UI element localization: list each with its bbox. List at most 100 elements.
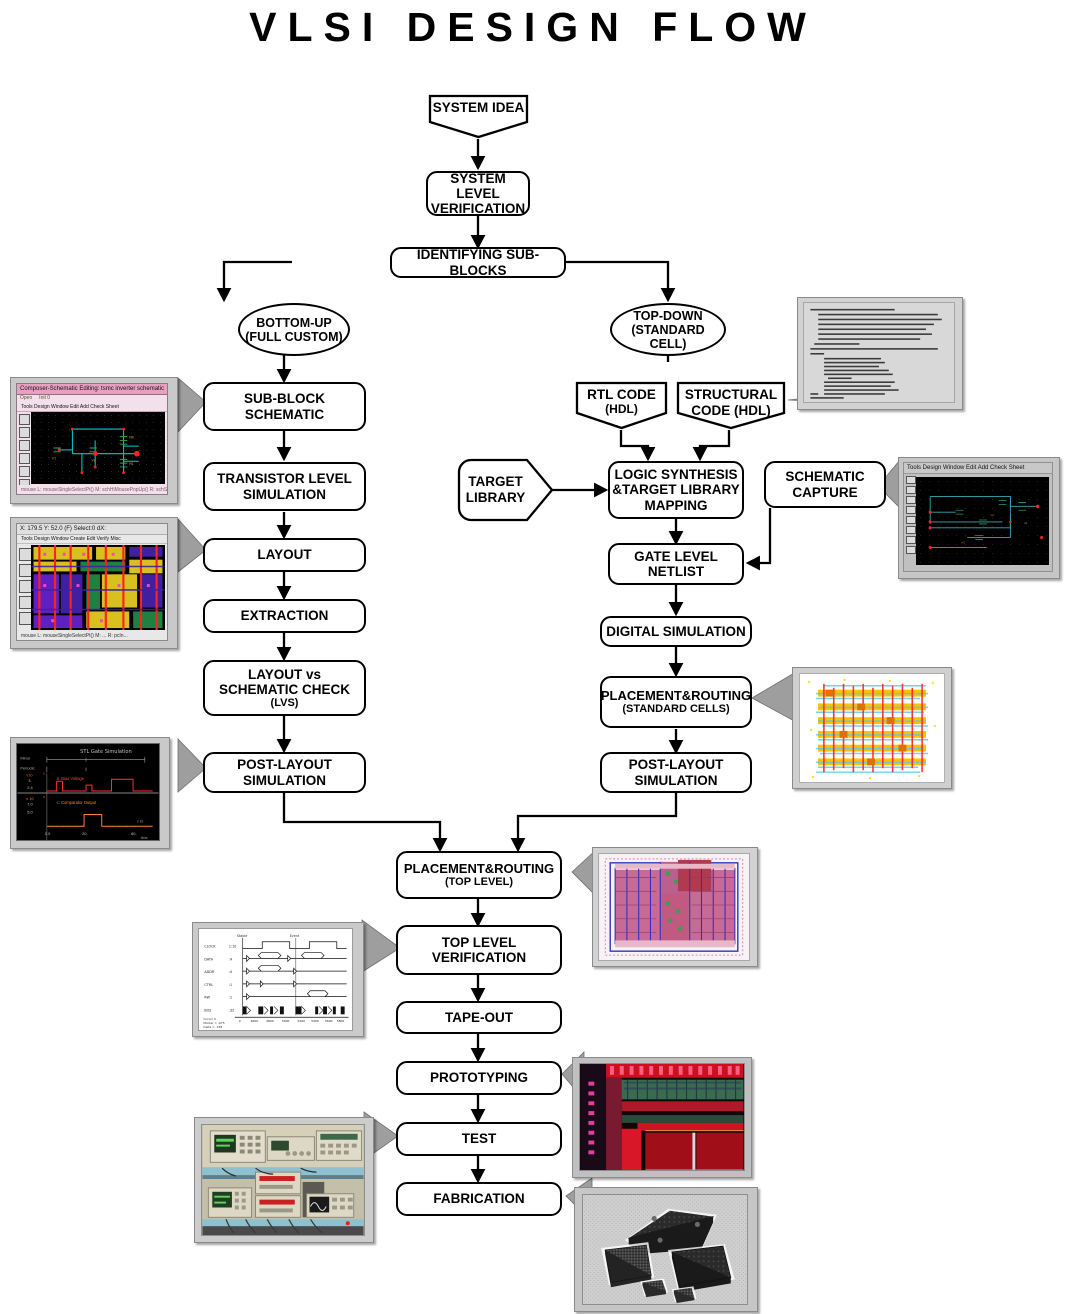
node-logic-synthesis-target-library-mapping[interactable]: LOGIC SYNTHESIS &TARGET LIBRARY MAPPING xyxy=(608,461,744,519)
svg-text:2.4: 2.4 xyxy=(27,785,33,790)
thumb-die-photo[interactable] xyxy=(572,1057,752,1178)
label-line-1: BOTTOM-UP xyxy=(256,315,332,330)
node-prototyping[interactable]: PROTOTYPING xyxy=(396,1061,562,1095)
svg-text:3.: 3. xyxy=(28,778,31,783)
node-system-idea[interactable]: SYSTEM IDEA xyxy=(428,94,529,139)
svg-text:5.0: 5.0 xyxy=(27,810,33,815)
label-line-1: LAYOUT xyxy=(257,547,312,563)
node-identifying-sub-blocks[interactable]: IDENTIFYING SUB-BLOCKS xyxy=(390,247,566,278)
node-gate-level-netlist[interactable]: GATE LEVEL NETLIST xyxy=(608,543,744,585)
node-schematic-capture[interactable]: SCHEMATIC CAPTURE xyxy=(764,461,886,508)
svg-text:0: 0 xyxy=(239,1019,241,1023)
node-post-layout-simulation-left[interactable]: POST-LAYOUT SIMULATION xyxy=(203,752,366,793)
svg-text:a: Bias Voltage: a: Bias Voltage xyxy=(57,776,85,781)
node-placement-routing-standard-cells[interactable]: PLACEMENT&ROUTING (STANDARD CELLS) xyxy=(600,676,752,728)
capture-toolbar[interactable] xyxy=(904,474,916,565)
svg-text:5000: 5000 xyxy=(282,1019,290,1023)
label-line-1: STRUCTURAL xyxy=(684,387,778,402)
node-system-level-verification[interactable]: SYSTEM LEVEL VERIFICATION xyxy=(426,171,530,216)
thumb-schematic-capture[interactable]: Tools Design Window Edit Add Check Sheet xyxy=(898,457,1060,579)
waveform-title: STL Gate Simulation xyxy=(80,749,132,755)
label-line-2: &TARGET LIBRARY xyxy=(612,482,740,498)
svg-text:0: 0 xyxy=(43,771,45,775)
layout-canvas[interactable] xyxy=(31,545,165,630)
capture-canvas[interactable]: n1 n2 n3 xyxy=(916,477,1049,565)
thumb-standard-cell-route[interactable] xyxy=(792,667,952,789)
label-line-1: POST-LAYOUT xyxy=(237,757,332,773)
svg-text:4800: 4800 xyxy=(266,1019,274,1023)
label-line-2: SCHEMATIC CHECK xyxy=(219,681,350,697)
label-line-1: FABRICATION xyxy=(433,1191,525,1207)
node-fabrication[interactable]: FABRICATION xyxy=(396,1182,562,1216)
layout-toolbar[interactable] xyxy=(17,545,32,630)
svg-text:60.: 60. xyxy=(131,831,136,836)
node-layout[interactable]: LAYOUT xyxy=(203,538,366,572)
node-placement-routing-top-level[interactable]: PLACEMENT&ROUTING (TOP LEVEL) xyxy=(396,851,562,899)
label-line-2: VERIFICATION xyxy=(431,950,527,965)
label-line-1: PLACEMENT&ROUTING xyxy=(600,687,752,703)
thumb-hdl-code[interactable] xyxy=(797,297,963,410)
svg-text:Periodic: Periodic xyxy=(20,765,34,770)
node-post-layout-simulation-right[interactable]: POST-LAYOUT SIMULATION xyxy=(600,752,752,793)
node-layout-vs-schematic-check[interactable]: LAYOUT vs SCHEMATIC CHECK (LVS) xyxy=(203,660,366,716)
label-line-1: POST-LAYOUT xyxy=(628,757,724,773)
svg-text:CLOCK: CLOCK xyxy=(204,945,216,949)
svg-text:20.: 20. xyxy=(82,831,87,836)
label-line-1: GATE LEVEL xyxy=(634,548,718,564)
label-line-2: (HDL) xyxy=(605,401,638,416)
test-bench-image xyxy=(201,1124,365,1236)
node-test[interactable]: TEST xyxy=(396,1122,562,1156)
svg-text::32: :32 xyxy=(229,1008,234,1012)
label-line-2: SCHEMATIC xyxy=(244,406,325,422)
thumb-digital-timing[interactable]: Stable Event CLOCK 1:10 DATA:4 ADDR:4 CTRL… xyxy=(192,922,364,1037)
label-line-2: (STANDARD CELLS) xyxy=(622,703,730,716)
thumb-analog-waveform[interactable]: STL Gate Simulation Minor Periodic v10 0… xyxy=(10,737,170,849)
node-top-level-verification[interactable]: TOP LEVEL VERIFICATION xyxy=(396,925,562,975)
label-line-2: (FULL CUSTOM) xyxy=(245,329,343,344)
schematic-titlebar: Composer-Schematic Editing: tsmc inverte… xyxy=(17,384,167,395)
label-line-2: NETLIST xyxy=(647,564,705,579)
layout-titlebar: X: 179.5 Y: 52.0 (F) Select:0 dX: xyxy=(17,524,167,535)
label-line-2: CODE (HDL) xyxy=(691,402,771,418)
svg-text:V0: V0 xyxy=(91,457,96,462)
svg-text:CTRL: CTRL xyxy=(204,983,213,987)
svg-text:Stable: Stable xyxy=(237,934,248,938)
node-top-down[interactable]: TOP-DOWN (STANDARD CELL) xyxy=(610,303,726,356)
thumb-virtuoso-layout-editor[interactable]: X: 179.5 Y: 52.0 (F) Select:0 dX: Tools … xyxy=(10,517,178,649)
layout-statusbar: mouse L: mouseSingleSelectPt() M: ... R:… xyxy=(17,631,167,640)
label-line-2: (TOP LEVEL) xyxy=(444,876,514,889)
label-line-1: DIGITAL SIMULATION xyxy=(606,623,746,639)
svg-text:x 10: x 10 xyxy=(26,796,34,801)
schematic-canvas[interactable]: M0 M1 V0 V1 xyxy=(31,412,165,484)
svg-text:5200: 5200 xyxy=(298,1019,306,1023)
node-sub-block-schematic[interactable]: SUB-BLOCK SCHEMATIC xyxy=(203,382,366,431)
node-rtl-code[interactable]: RTL CODE (HDL) xyxy=(575,381,668,430)
label-line-2: SIMULATION xyxy=(243,772,326,788)
svg-text:c: Comparator Output: c: Comparator Output xyxy=(57,800,97,805)
hdl-code-page xyxy=(803,302,955,403)
node-target-library[interactable]: TARGET LIBRARY xyxy=(457,458,554,522)
thumb-top-level-layout[interactable] xyxy=(592,847,758,967)
node-tape-out[interactable]: TAPE-OUT xyxy=(396,1001,562,1034)
node-system-idea-label: SYSTEM IDEA xyxy=(432,100,525,115)
svg-text::4: :4 xyxy=(229,957,232,961)
thumb-packages[interactable] xyxy=(574,1187,758,1312)
svg-text:BUS: BUS xyxy=(204,1008,211,1012)
thumb-test-bench[interactable] xyxy=(194,1117,374,1243)
schematic-toolbar[interactable] xyxy=(17,412,30,490)
label-line-1: RTL CODE xyxy=(587,387,656,402)
node-bottom-up[interactable]: BOTTOM-UP (FULL CUSTOM) xyxy=(238,303,350,356)
svg-text:n2: n2 xyxy=(1024,521,1028,525)
layout-menubar[interactable]: Tools Design Window Create Edit Verify M… xyxy=(17,535,167,544)
schematic-menubar[interactable]: Tools Design Window Edit Add Check Sheet xyxy=(17,403,167,412)
node-extraction[interactable]: EXTRACTION xyxy=(203,599,366,633)
label-line-1: TAPE-OUT xyxy=(445,1009,513,1025)
svg-text:Minor: Minor xyxy=(20,756,30,761)
thumb-composer-schematic-editor[interactable]: Composer-Schematic Editing: tsmc inverte… xyxy=(10,377,178,504)
node-digital-simulation[interactable]: DIGITAL SIMULATION xyxy=(600,616,752,647)
top-level-plot xyxy=(598,853,750,961)
node-transistor-level-simulation[interactable]: TRANSISTOR LEVEL SIMULATION xyxy=(203,462,366,511)
svg-text:0: 0 xyxy=(43,795,45,799)
node-structural-code[interactable]: STRUCTURAL CODE (HDL) xyxy=(676,381,786,430)
svg-text:n1: n1 xyxy=(991,513,995,517)
